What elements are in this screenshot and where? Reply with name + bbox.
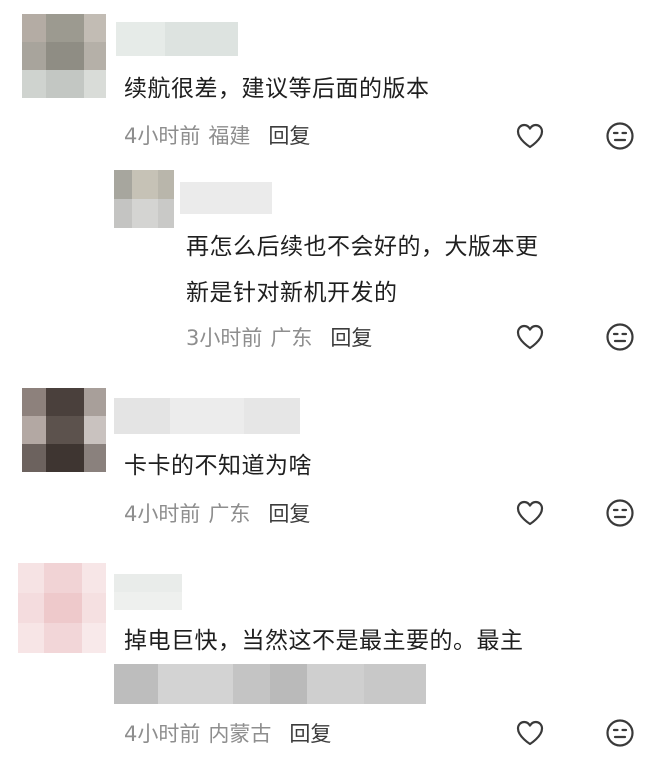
like-heart-icon[interactable] [514,497,546,529]
comment-text-blurred [114,664,426,704]
avatar[interactable] [114,170,174,228]
meh-face-icon[interactable] [604,321,636,353]
comment-text: 卡卡的不知道为啥 [124,453,312,479]
comment-meta: 4小时前 内蒙古 回复 [124,716,331,750]
username-blurred[interactable] [116,22,238,56]
avatar[interactable] [22,388,106,472]
meh-face-icon[interactable] [604,497,636,529]
comment-text: 掉电巨快，当然这不是最主要的。最主 [124,628,524,654]
comment-text-line2: 新是针对新机开发的 [186,280,398,306]
like-heart-icon[interactable] [514,321,546,353]
reply-button[interactable]: 回复 [289,718,331,748]
reply-button[interactable]: 回复 [330,322,372,352]
meh-face-icon[interactable] [604,120,636,152]
comment-location: 广东 [208,502,251,526]
comment-location: 内蒙古 [208,722,272,746]
comment-location: 福建 [208,124,251,148]
comment-meta: 4小时前 福建 回复 [124,118,310,152]
comment-text: 续航很差，建议等后面的版本 [124,76,430,102]
like-heart-icon[interactable] [514,717,546,749]
avatar[interactable] [18,563,106,653]
avatar[interactable] [22,14,106,98]
comment-meta: 4小时前 广东 回复 [124,496,310,530]
meh-face-icon[interactable] [604,717,636,749]
reply-button[interactable]: 回复 [268,120,310,150]
username-blurred[interactable] [180,182,272,214]
username-blurred[interactable] [114,574,182,610]
username-blurred[interactable] [114,398,300,434]
comment-location: 广东 [270,326,313,350]
reply-button[interactable]: 回复 [268,498,310,528]
comment-time: 3小时前 [186,326,263,350]
comment-time: 4小时前 [124,502,201,526]
comment-time: 4小时前 [124,124,201,148]
comment-time: 4小时前 [124,722,201,746]
comment-meta: 3小时前 广东 回复 [186,320,372,354]
like-heart-icon[interactable] [514,120,546,152]
comment-text-line1: 再怎么后续也不会好的，大版本更 [186,234,539,260]
